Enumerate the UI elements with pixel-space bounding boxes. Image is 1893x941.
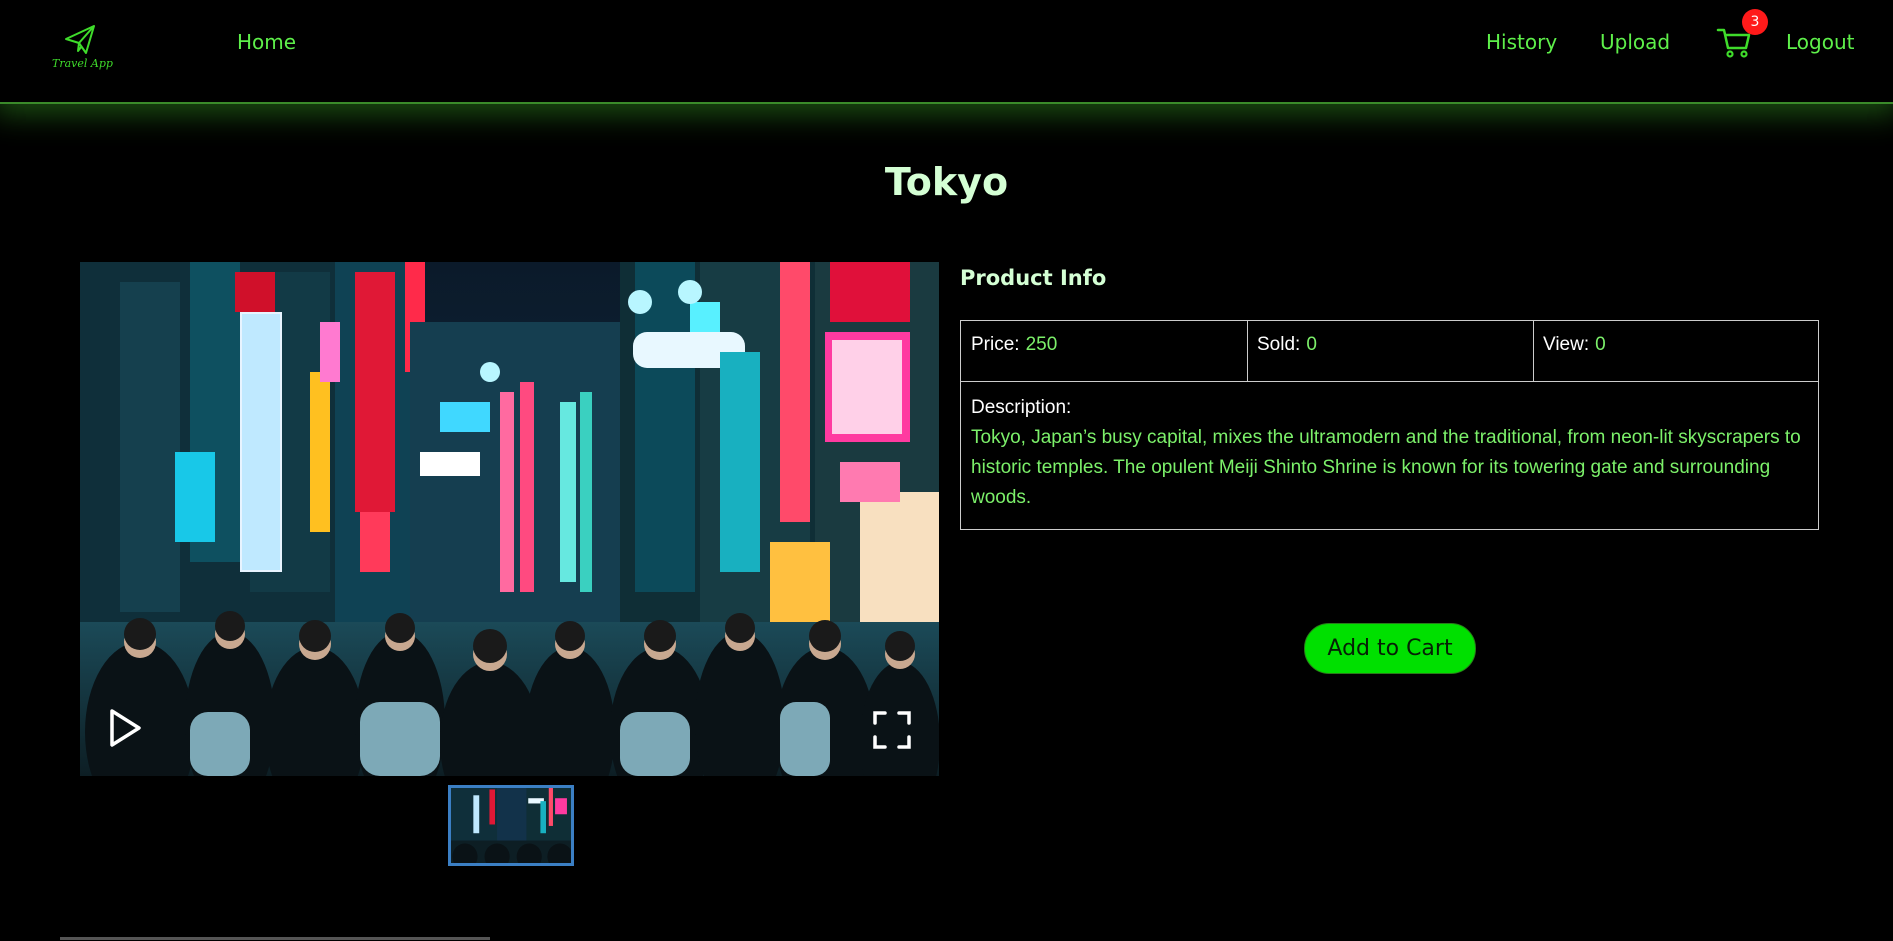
image-thumbnail[interactable] bbox=[448, 785, 574, 866]
play-button[interactable] bbox=[108, 708, 142, 752]
product-info-table: Price: 250 Sold: 0 View: 0 Description: Tok… bbox=[960, 320, 1819, 530]
product-info-heading: Product Info bbox=[960, 266, 1107, 290]
view-cell: View: 0 bbox=[1533, 321, 1818, 381]
logo-text: Travel App bbox=[52, 57, 113, 70]
description-text: Tokyo, Japan’s busy capital, mixes the u… bbox=[971, 427, 1801, 508]
row-divider bbox=[961, 381, 1818, 382]
product-image[interactable] bbox=[80, 262, 939, 776]
top-navbar: Travel App Home History Upload 3 Logout bbox=[0, 0, 1893, 104]
sold-label: Sold: bbox=[1257, 334, 1301, 355]
price-label: Price: bbox=[971, 334, 1020, 355]
app-logo[interactable]: Travel App bbox=[48, 24, 113, 74]
tokyo-street-photo bbox=[80, 262, 939, 776]
paper-plane-icon bbox=[65, 25, 95, 54]
nav-history-link[interactable]: History bbox=[1486, 30, 1557, 54]
view-label: View: bbox=[1543, 334, 1590, 355]
description-label: Description: bbox=[971, 397, 1072, 418]
description-cell: Description: Tokyo, Japan’s busy capital… bbox=[971, 393, 1801, 513]
horizontal-scrollbar[interactable] bbox=[60, 937, 490, 940]
thumbnail-photo bbox=[451, 788, 571, 863]
play-icon bbox=[110, 709, 141, 747]
price-value: 250 bbox=[1025, 334, 1058, 355]
sold-value: 0 bbox=[1306, 334, 1317, 355]
page-title: Tokyo bbox=[884, 160, 1009, 204]
add-to-cart-button[interactable]: Add to Cart bbox=[1304, 623, 1476, 674]
fullscreen-button[interactable] bbox=[872, 710, 912, 754]
price-cell: Price: 250 bbox=[961, 321, 1247, 381]
nav-logout-link[interactable]: Logout bbox=[1786, 30, 1854, 54]
sold-cell: Sold: 0 bbox=[1247, 321, 1533, 381]
nav-home-link[interactable]: Home bbox=[237, 30, 296, 54]
fullscreen-icon bbox=[873, 711, 911, 749]
cart-count-badge: 3 bbox=[1742, 9, 1768, 35]
view-value: 0 bbox=[1595, 334, 1606, 355]
nav-upload-link[interactable]: Upload bbox=[1600, 30, 1670, 54]
